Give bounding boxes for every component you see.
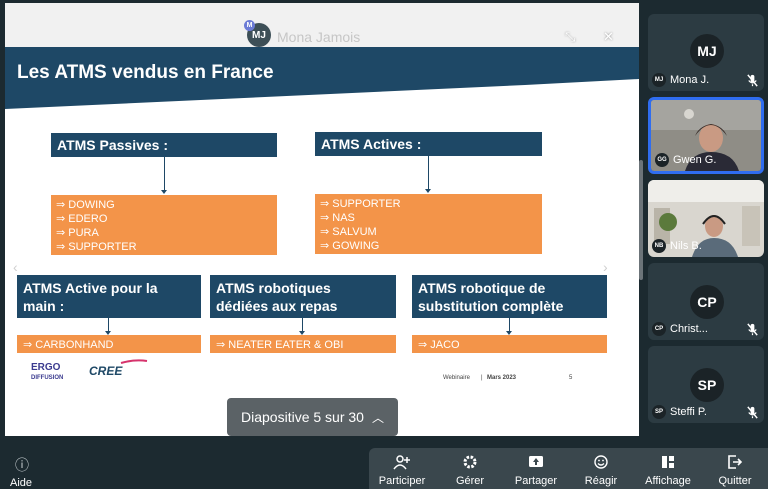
list-item: ⇒ SUPPORTER bbox=[56, 241, 137, 253]
mic-muted-icon bbox=[747, 323, 758, 336]
atms-main-header: ATMS Active pour la main : bbox=[17, 275, 201, 318]
share-screen-icon bbox=[529, 456, 543, 467]
footer-page: 5 bbox=[569, 375, 573, 381]
display-label: Affichage bbox=[645, 475, 691, 487]
connector bbox=[509, 318, 510, 332]
help-button[interactable]: ⓘ Aide bbox=[9, 455, 35, 489]
participant-badge: GG bbox=[655, 153, 669, 167]
participant-tile[interactable]: NB Nils B. bbox=[648, 180, 764, 257]
react-button[interactable]: Réagir bbox=[569, 448, 633, 489]
participant-tile[interactable]: MJ MJ Mona J. bbox=[648, 14, 764, 91]
connector bbox=[108, 318, 109, 332]
help-label: Aide bbox=[9, 477, 33, 489]
avatar: SP bbox=[690, 368, 724, 402]
connector bbox=[302, 318, 303, 332]
participate-button[interactable]: Participer bbox=[369, 448, 435, 489]
connector bbox=[164, 157, 165, 191]
slide-next-icon[interactable]: › bbox=[603, 259, 608, 275]
presenter-name: Mona Jamois bbox=[277, 29, 361, 45]
slide-title: Les ATMS vendus en France bbox=[17, 62, 274, 83]
close-icon[interactable]: ✕ bbox=[603, 29, 614, 45]
participate-label: Participer bbox=[378, 475, 426, 487]
slide-prev-icon[interactable]: ‹ bbox=[13, 259, 18, 275]
presenter-badge: M bbox=[244, 20, 255, 31]
atms-substitution-item: ⇒ JACO bbox=[412, 335, 607, 353]
cree-logo-text: CREE bbox=[89, 364, 123, 378]
list-item: ⇒ NAS bbox=[320, 212, 355, 224]
participant-tile[interactable]: SP SP Steffi P. bbox=[648, 346, 764, 423]
presenter-bar: MJ M Mona Jamois ⤡ ✕ bbox=[5, 3, 639, 47]
help-icon: ⓘ bbox=[15, 457, 29, 473]
header-line: ATMS robotiques bbox=[216, 280, 331, 296]
list-item: ⇒ PURA bbox=[56, 227, 99, 239]
participants-scrollbar[interactable] bbox=[639, 160, 643, 280]
share-label: Partager bbox=[514, 475, 558, 487]
avatar: CP bbox=[690, 285, 724, 319]
avatar: MJ bbox=[690, 34, 724, 68]
header-line: dédiées aux repas bbox=[216, 298, 338, 314]
list-item: ⇒ SUPPORTER bbox=[320, 198, 401, 210]
layout-icon bbox=[662, 456, 674, 468]
footer-webinaire: Webinaire bbox=[443, 375, 470, 381]
participant-name: Nils B. bbox=[670, 240, 702, 252]
slide-counter-button[interactable]: Diapositive 5 sur 30 ︿ bbox=[227, 398, 398, 436]
atms-actives-list: ⇒ SUPPORTER ⇒ NAS ⇒ SALVUM ⇒ GOWING bbox=[315, 194, 542, 254]
atms-passives-header: ATMS Passives : bbox=[51, 133, 277, 157]
manage-button[interactable]: Gérer bbox=[439, 448, 501, 489]
participant-name: Gwen G. bbox=[673, 154, 717, 166]
list-item: ⇒ SALVUM bbox=[320, 226, 377, 238]
atms-repas-header: ATMS robotiques dédiées aux repas bbox=[210, 275, 396, 318]
list-item: ⇒ EDERO bbox=[56, 213, 108, 225]
atms-repas-item: ⇒ NEATER EATER & OBI bbox=[210, 335, 396, 353]
logo-text: ERGO bbox=[31, 362, 61, 373]
atms-actives-header: ATMS Actives : bbox=[315, 132, 542, 156]
participant-badge: NB bbox=[652, 239, 666, 253]
mic-muted-icon bbox=[747, 406, 758, 419]
cree-logo: CREE bbox=[89, 359, 148, 378]
header-line: ATMS Active pour la bbox=[23, 280, 158, 296]
participant-tile-active[interactable]: GG Gwen G. bbox=[648, 97, 764, 174]
connector bbox=[428, 156, 429, 190]
slide-counter-label: Diapositive 5 sur 30 bbox=[241, 409, 364, 425]
participant-badge: CP bbox=[652, 322, 666, 336]
participant-badge: SP bbox=[652, 405, 666, 419]
footer-separator: | bbox=[481, 375, 483, 381]
list-item: ⇒ DOWING bbox=[56, 199, 115, 211]
exit-icon bbox=[728, 455, 743, 469]
participants-icon bbox=[393, 455, 410, 470]
atms-substitution-header: ATMS robotique de substitution complète bbox=[412, 275, 607, 318]
gear-icon bbox=[463, 455, 477, 469]
participant-tile[interactable]: CP CP Christ... bbox=[648, 263, 764, 340]
mic-muted-icon bbox=[747, 74, 758, 87]
logo-subtext: DIFFUSION bbox=[31, 375, 64, 381]
participant-name: Steffi P. bbox=[670, 406, 707, 418]
shared-screen: MJ M Mona Jamois ⤡ ✕ Les ATMS vendus en … bbox=[5, 3, 639, 436]
arrow-down-icon bbox=[161, 190, 167, 194]
arrow-down-icon bbox=[425, 189, 431, 193]
share-button[interactable]: Partager bbox=[505, 448, 567, 489]
list-item: ⇒ GOWING bbox=[320, 240, 380, 252]
react-label: Réagir bbox=[584, 475, 618, 487]
expand-icon[interactable]: ⤡ bbox=[565, 29, 575, 45]
ergo-diffusion-logo: ERGO DIFFUSION bbox=[31, 363, 63, 383]
presentation-slide: Les ATMS vendus en France ‹ › ATMS Passi… bbox=[5, 47, 639, 436]
quit-button[interactable]: Quitter bbox=[703, 448, 767, 489]
header-line: ATMS robotique de bbox=[418, 280, 546, 296]
participant-name: Mona J. bbox=[670, 74, 710, 86]
display-button[interactable]: Affichage bbox=[635, 448, 701, 489]
meeting-toolbar: Participer Gérer Partager Réagir Afficha… bbox=[369, 448, 768, 489]
header-line: substitution complète bbox=[418, 298, 564, 314]
atms-passives-list: ⇒ DOWING ⇒ EDERO ⇒ PURA ⇒ SUPPORTER bbox=[51, 195, 277, 255]
header-line: main : bbox=[23, 298, 65, 314]
quit-label: Quitter bbox=[718, 475, 752, 487]
participant-badge: MJ bbox=[652, 73, 666, 87]
atms-main-item: ⇒ CARBONHAND bbox=[17, 335, 201, 353]
chevron-up-icon: ︿ bbox=[371, 410, 384, 425]
footer-date: Mars 2023 bbox=[487, 375, 517, 381]
manage-label: Gérer bbox=[455, 475, 485, 487]
smiley-icon bbox=[594, 455, 608, 469]
participant-name: Christ... bbox=[670, 323, 708, 335]
